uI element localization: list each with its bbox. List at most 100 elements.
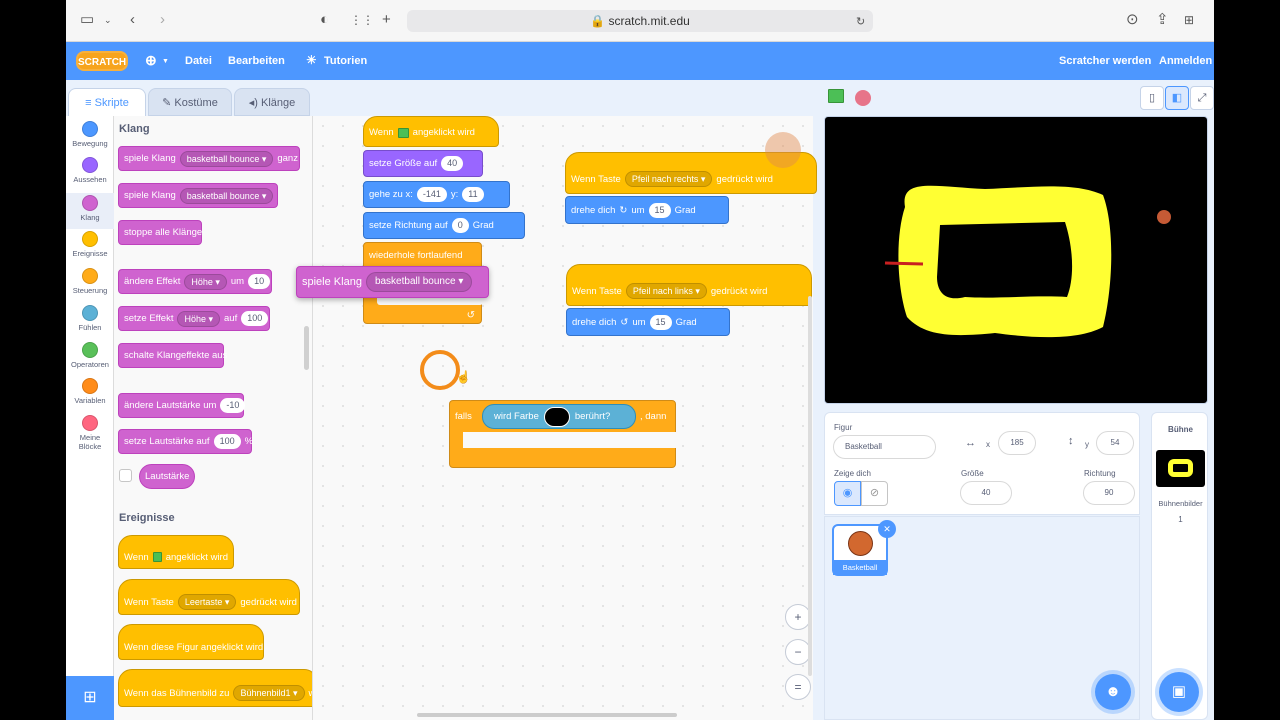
number-input[interactable]: 100 — [213, 434, 241, 449]
shield-icon[interactable]: ◐ — [320, 11, 329, 29]
vertical-scrollbar[interactable] — [808, 296, 812, 676]
signin-link[interactable]: Anmelden — [1159, 55, 1212, 67]
category-my-blocks[interactable]: Meine Blöcke — [66, 415, 114, 459]
block-set-volume[interactable]: setze Lautstärke auf 100 % — [118, 429, 253, 454]
key-dropdown[interactable]: Pfeil nach rechts ▾ — [624, 171, 713, 187]
tab-code[interactable]: ≡ Skripte — [68, 88, 146, 116]
dragged-play-sound-block[interactable]: spiele Klang basketball bounce ▾ — [296, 266, 489, 298]
sound-dropdown[interactable]: basketball bounce ▾ — [179, 150, 274, 167]
y-input[interactable]: 54 — [1096, 431, 1134, 455]
x-input[interactable]: 185 — [998, 431, 1036, 455]
sound-section-header: Klang — [119, 123, 150, 135]
category-looks[interactable]: Aussehen — [66, 157, 114, 193]
effect-dropdown[interactable]: Höhe ▾ — [177, 310, 221, 327]
block-stop-all-sounds[interactable]: stoppe alle Klänge — [118, 220, 202, 245]
share-icon[interactable]: ⇪ — [1156, 11, 1169, 29]
palette-scrollbar[interactable] — [304, 326, 309, 370]
script-workspace[interactable]: Wenn angeklickt wird setze Größe auf 40 … — [296, 116, 817, 720]
show-sprite-button[interactable]: ◉ — [834, 481, 861, 506]
forward-icon[interactable]: › — [160, 11, 165, 29]
add-sprite-button[interactable]: ☻ — [1095, 674, 1131, 710]
menu-edit[interactable]: Bearbeiten — [228, 55, 285, 67]
block-clear-sound-effects[interactable]: schalte Klangeffekte aus — [118, 343, 227, 368]
script-point-in-direction[interactable]: setze Richtung auf 0 Grad — [363, 212, 525, 239]
menu-file[interactable]: Datei — [185, 55, 212, 67]
color-swatch[interactable] — [543, 406, 570, 427]
category-sound[interactable]: Klang — [66, 193, 114, 229]
number-input[interactable]: 0 — [451, 218, 469, 233]
block-play-sound[interactable]: spiele Klang basketball bounce ▾ — [118, 183, 278, 208]
tabs-overview-icon[interactable]: ⊞ — [1184, 11, 1194, 29]
new-tab-icon[interactable]: + — [382, 11, 391, 29]
category-variables[interactable]: Variablen — [66, 378, 114, 414]
hide-sprite-button[interactable]: ⊘ — [861, 481, 888, 506]
number-input[interactable]: 100 — [241, 311, 269, 326]
direction-input[interactable]: 90 — [1083, 481, 1135, 505]
menu-tutorials[interactable]: Tutorien — [324, 55, 367, 67]
block-change-volume[interactable]: ändere Lautstärke um -10 — [118, 393, 246, 418]
stop-button[interactable] — [855, 90, 871, 106]
tab-costumes[interactable]: ✎ Kostüme — [148, 88, 232, 116]
category-control[interactable]: Steuerung — [66, 268, 114, 304]
block-play-sound-until-done[interactable]: spiele Klang basketball bounce ▾ ganz — [118, 146, 300, 171]
block-when-sprite-clicked[interactable]: Wenn diese Figur angeklickt wird — [118, 624, 264, 660]
number-input[interactable]: 15 — [648, 202, 671, 218]
block-change-effect[interactable]: ändere Effekt Höhe ▾ um 10 — [118, 269, 272, 294]
block-when-key-pressed[interactable]: Wenn Taste Leertaste ▾ gedrückt wird — [118, 579, 300, 615]
size-input[interactable]: 40 — [960, 481, 1012, 505]
sound-dropdown[interactable]: basketball bounce ▾ — [179, 187, 274, 204]
fullscreen-button[interactable]: ⤢ — [1190, 86, 1214, 110]
script-when-left-arrow[interactable]: Wenn Taste Pfeil nach links ▾ gedrückt w… — [566, 264, 812, 306]
number-input[interactable]: 40 — [441, 156, 464, 171]
category-events[interactable]: Ereignisse — [66, 231, 114, 267]
horizontal-scrollbar[interactable] — [417, 713, 677, 717]
number-input[interactable]: -10 — [220, 398, 246, 413]
script-turn-right[interactable]: drehe dich ↻ um 15 Grad — [565, 196, 729, 224]
script-set-size[interactable]: setze Größe auf 40 — [363, 150, 483, 177]
key-dropdown[interactable]: Pfeil nach links ▾ — [625, 283, 707, 299]
x-input[interactable]: -141 — [416, 187, 447, 202]
scratch-logo[interactable]: SCRATCH — [76, 51, 128, 71]
block-set-effect[interactable]: setze Effekt Höhe ▾ auf 100 — [118, 306, 270, 331]
category-operators[interactable]: Operatoren — [66, 342, 114, 378]
sprite-name-input[interactable]: Basketball — [833, 435, 936, 459]
key-dropdown[interactable]: Leertaste ▾ — [177, 594, 237, 610]
dropdown-value: Bühnenbild1 — [240, 688, 291, 698]
script-turn-left[interactable]: drehe dich ↺ um 15 Grad — [566, 308, 730, 336]
stage-canvas[interactable] — [824, 116, 1208, 404]
block-volume-reporter[interactable]: Lautstärke — [139, 464, 195, 489]
download-icon[interactable]: ⊙ — [1126, 11, 1139, 29]
block-when-backdrop-switches[interactable]: Wenn das Bühnenbild zu Bühnenbild1 ▾ w — [118, 669, 312, 707]
block-when-flag-clicked[interactable]: Wenn angeklickt wird — [118, 535, 234, 569]
add-extension-button[interactable]: ⊞ — [66, 676, 114, 720]
effect-dropdown[interactable]: Höhe ▾ — [184, 273, 227, 290]
backdrop-dropdown[interactable]: Bühnenbild1 ▾ — [233, 685, 305, 701]
category-motion[interactable]: Bewegung — [66, 121, 114, 157]
category-dot-icon — [82, 378, 98, 394]
number-input[interactable]: 15 — [649, 314, 672, 330]
volume-monitor-checkbox[interactable] — [119, 469, 132, 482]
number-input[interactable]: 10 — [248, 274, 271, 289]
script-go-to-xy[interactable]: gehe zu x: -141 y: 11 — [363, 181, 510, 208]
script-when-flag-clicked[interactable]: Wenn angeklickt wird — [363, 116, 499, 147]
globe-icon[interactable]: ⊕ — [145, 52, 157, 69]
tab-sounds[interactable]: ◂) Klänge — [234, 88, 310, 116]
zoom-reset-button[interactable]: = — [785, 674, 811, 700]
add-backdrop-button[interactable]: ▣ — [1159, 672, 1199, 712]
large-stage-button[interactable]: ◧ — [1165, 86, 1189, 110]
join-link[interactable]: Scratcher werden — [1059, 55, 1151, 67]
sidebar-toggle-icon[interactable]: ▭ — [80, 11, 94, 29]
reload-icon[interactable]: ↻ — [856, 13, 865, 31]
grid-icon[interactable]: ⋮⋮ — [350, 11, 374, 29]
delete-sprite-button[interactable]: ✕ — [878, 520, 896, 538]
category-sensing[interactable]: Fühlen — [66, 305, 114, 341]
script-if-block[interactable]: falls wird Farbe berührt? , dann — [449, 400, 677, 468]
touching-color-block[interactable]: wird Farbe berührt? — [482, 404, 636, 429]
chevron-down-icon[interactable]: ⌄ — [104, 11, 112, 29]
green-flag-button[interactable] — [828, 89, 846, 105]
address-bar[interactable]: 🔒 scratch.mit.edu — [407, 10, 873, 32]
small-stage-button[interactable]: ▯ — [1140, 86, 1164, 110]
sound-dropdown[interactable]: basketball bounce ▾ — [365, 272, 473, 292]
y-input[interactable]: 11 — [462, 187, 484, 202]
back-icon[interactable]: ‹ — [130, 11, 135, 29]
